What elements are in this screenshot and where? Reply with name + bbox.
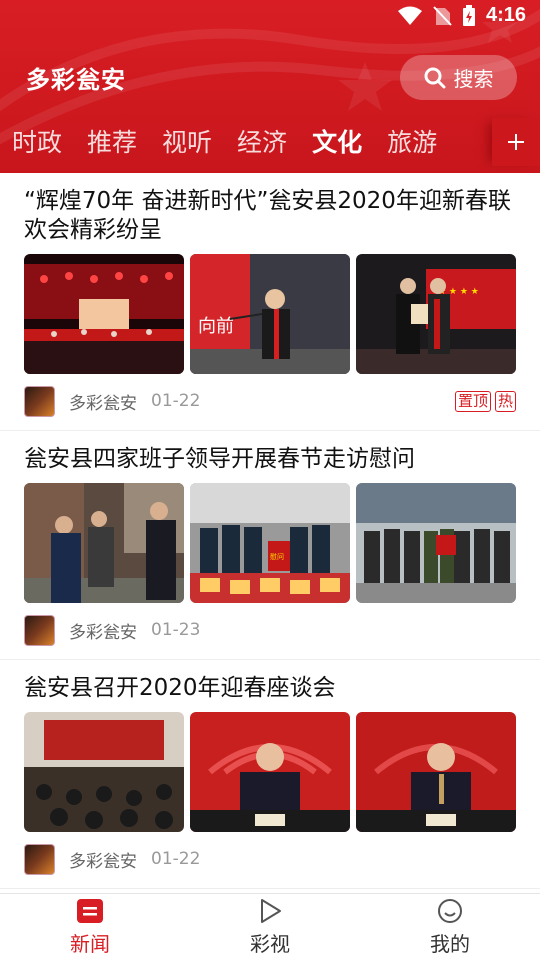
news-thumbnail: [24, 254, 184, 374]
header: 4:16 多彩瓮安 搜索 时政 推荐 视听 经济 文化 旅游: [0, 0, 540, 173]
news-date: 01-23: [151, 620, 201, 640]
news-source: 多彩瓮安: [69, 851, 137, 872]
svg-text:慰问: 慰问: [270, 552, 284, 561]
news-thumbnail: [24, 483, 184, 603]
hot-badge: 热: [494, 390, 516, 412]
news-title: 瓮安县四家班子领导开展春节走访慰问: [24, 446, 415, 472]
news-item[interactable]: 瓮安县召开2020年迎春座谈会 多彩瓮安 01-22: [0, 660, 540, 889]
search-button[interactable]: 搜索: [400, 55, 517, 100]
add-tab-button[interactable]: [492, 118, 540, 166]
tab-lvyou[interactable]: 旅游: [387, 120, 437, 166]
news-thumbnail: [356, 483, 516, 603]
news-date: 01-22: [151, 391, 201, 411]
wifi-icon: [397, 6, 422, 25]
search-icon: [424, 67, 445, 88]
category-tabs: 时政 推荐 视听 经济 文化 旅游: [0, 120, 490, 166]
source-avatar: [24, 614, 55, 646]
plus-icon: [508, 134, 524, 150]
status-time: 4:16: [485, 4, 526, 26]
svg-text:向前: 向前: [198, 316, 234, 337]
tab-shiting[interactable]: 视听: [162, 120, 212, 166]
news-thumbnail: ★ ★ ★ ★: [356, 254, 516, 374]
news-item[interactable]: “辉煌70年 奋进新时代”瓮安县2020年迎新春联欢会精彩纷呈 向前 ★ ★ ★…: [0, 173, 540, 431]
tab-tuijian[interactable]: 推荐: [87, 120, 137, 166]
nav-mine-label: 我的: [430, 932, 470, 956]
no-sim-icon: [433, 5, 452, 26]
bottom-nav: 新闻 彩视 我的: [0, 893, 540, 961]
news-thumbnail: [24, 712, 184, 832]
status-bar: 4:16: [0, 0, 540, 36]
news-feed: “辉煌70年 奋进新时代”瓮安县2020年迎新春联欢会精彩纷呈 向前 ★ ★ ★…: [0, 173, 540, 889]
tab-wenhua[interactable]: 文化: [312, 120, 362, 166]
news-title: “辉煌70年 奋进新时代”瓮安县2020年迎新春联欢会精彩纷呈: [24, 188, 511, 243]
nav-news-label: 新闻: [70, 932, 110, 956]
smile-icon: [438, 899, 462, 923]
search-label: 搜索: [453, 67, 494, 91]
news-thumbnail: 慰问: [190, 483, 350, 603]
source-avatar: [24, 385, 55, 417]
app-title: 多彩瓮安: [26, 66, 126, 94]
pinned-badge: 置顶: [454, 390, 491, 412]
nav-mine[interactable]: 我的: [360, 894, 540, 961]
battery-charging-icon: [462, 4, 475, 26]
nav-news[interactable]: 新闻: [0, 894, 180, 961]
play-icon: [261, 899, 281, 923]
news-source: 多彩瓮安: [69, 393, 137, 414]
news-thumbnail: [190, 712, 350, 832]
news-source: 多彩瓮安: [69, 622, 137, 643]
news-date: 01-22: [151, 849, 201, 869]
news-icon: [77, 899, 103, 923]
tab-shizheng[interactable]: 时政: [12, 120, 62, 166]
tab-jingji[interactable]: 经济: [237, 120, 287, 166]
nav-video-label: 彩视: [250, 932, 290, 956]
nav-video[interactable]: 彩视: [180, 894, 360, 961]
news-title: 瓮安县召开2020年迎春座谈会: [24, 675, 336, 701]
source-avatar: [24, 843, 55, 875]
news-item[interactable]: 瓮安县四家班子领导开展春节走访慰问 慰问 多彩瓮安 01-23: [0, 431, 540, 660]
news-thumbnail: 向前: [190, 254, 350, 374]
news-thumbnail: [356, 712, 516, 832]
